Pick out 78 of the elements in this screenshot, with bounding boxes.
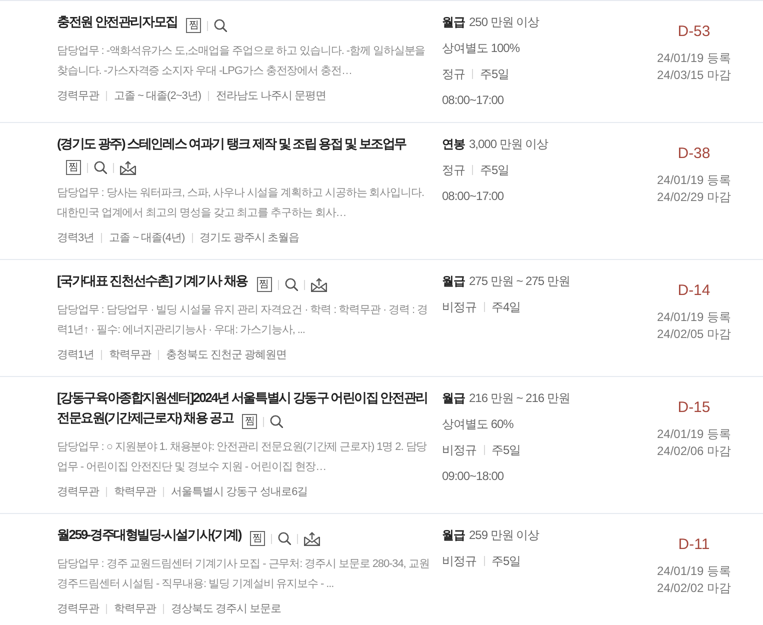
work-condition: 비정규	[442, 553, 476, 570]
pay-amount: 216 만원 ~ 216 만원	[469, 390, 570, 407]
pay-type-label: 연봉	[442, 136, 465, 153]
pay-type-label: 월급	[442, 390, 465, 407]
pay-amount: 250 만원 이상	[469, 14, 540, 31]
requirement-text: 경기도 광주시 초월읍	[200, 231, 300, 246]
d-day-label: D-53	[678, 23, 710, 40]
requirement-text: 학력무관	[114, 602, 156, 617]
registered-date: 24/01/19 등록	[656, 563, 732, 580]
job-description: 담당업무 : 담당업무 · 빌딩 시설물 유지 관리 자격요건 · 학력 : 학력무관 · 경력 : 경력1년↑ · 필수: 에너지관리기능사 · 우대: 가스기능사, ...	[57, 303, 428, 338]
job-description: 담당업무 : ○ 지원분야 1. 채용분야: 안전관리 전문요원(기간제 근로자) 1명 2. 담당업무 - 어린이집 안전진단 및 경보수 지원 - 어린이집 현장…	[57, 440, 428, 475]
d-day-label: D-14	[678, 282, 710, 299]
job-description: 담당업무 : 당사는 워터파크, 스파, 사우나 시설을 계획하고 시공하는 회사입니다. 대한민국 업계에서 최고의 명성을 갖고 최고를 추구하는 회사…	[57, 186, 425, 221]
requirement-text: 충청북도 진천군 광혜원면	[166, 348, 287, 363]
search-icon[interactable]	[278, 532, 292, 545]
search-icon[interactable]	[94, 161, 107, 174]
bonus-text: 상여별도 100%	[442, 40, 520, 57]
requirement-text: 고졸 ~ 대졸(4년)	[109, 231, 185, 246]
requirement-text: 고졸 ~ 대졸(2~3년)	[114, 89, 202, 104]
requirement-text: 경력무관	[57, 89, 99, 104]
requirement-text: 전라남도 나주시 문평면	[216, 89, 326, 104]
registered-date: 24/01/19 등록	[656, 309, 732, 326]
search-icon[interactable]	[284, 278, 298, 291]
scrap-button[interactable]: 찜	[256, 277, 272, 292]
work-condition: 정규	[442, 162, 465, 179]
requirement-text: 학력무관	[114, 485, 156, 500]
search-icon[interactable]	[270, 415, 284, 428]
requirement-text: 서울특별시 강동구 성내로6길	[171, 485, 308, 500]
job-title[interactable]: 월259-경주대형빌딩-시설기사(기계) 찜	[57, 525, 320, 546]
work-hours: 08:00~17:00	[442, 188, 504, 205]
deadline-date: 24/02/06 마감	[656, 443, 732, 460]
deadline-date: 24/02/29 마감	[656, 189, 732, 206]
d-day-label: D-11	[678, 536, 710, 553]
bonus-text: 상여별도 60%	[442, 416, 514, 433]
deadline-date: 24/03/15 마감	[656, 67, 732, 84]
work-hours: 09:00~18:00	[442, 468, 504, 485]
envelope-icon[interactable]	[120, 160, 136, 174]
work-condition: 정규	[442, 66, 465, 83]
scrap-button[interactable]: 찜	[186, 18, 202, 33]
pay-type-label: 월급	[442, 14, 465, 31]
scrap-button[interactable]: 찜	[250, 531, 266, 546]
pay-amount: 259 만원 이상	[469, 527, 540, 544]
job-title[interactable]: [국가대표 진천선수촌] 기계기사 채용 찜	[57, 271, 326, 292]
requirement-text: 경력무관	[57, 602, 99, 617]
work-condition: 주4일	[492, 299, 521, 316]
requirement-text: 학력무관	[109, 348, 152, 363]
envelope-icon[interactable]	[310, 278, 326, 292]
job-title[interactable]: 충전원 안전관리자모집 찜	[57, 12, 228, 33]
work-condition: 비정규	[442, 299, 476, 316]
work-hours: 08:00~17:00	[442, 92, 504, 109]
job-title[interactable]: [강동구육아종합지원센터]2024년 서울특별시 강동구 어린이집 안전관리 전문요원(기간제근로자) 채용 공고 찜	[57, 388, 432, 429]
deadline-date: 24/02/02 마감	[656, 580, 732, 597]
registered-date: 24/01/19 등록	[656, 172, 732, 189]
d-day-label: D-38	[678, 145, 710, 162]
registered-date: 24/01/19 등록	[656, 426, 732, 443]
work-condition: 주5일	[480, 162, 510, 179]
job-description: 담당업무 : 경주 교원드림센터 기계기사 모집 - 근무처: 경주시 보문로 280-34, 교원경주드림센터 시설팀 - 직무내용: 빌딩 기계설비 유지보수 - ...	[57, 557, 430, 592]
requirement-text: 경상북도 경주시 보문로	[171, 602, 282, 617]
work-condition: 주5일	[492, 553, 521, 570]
job-title[interactable]: (경기도 광주) 스테인레스 여과기 탱크 제작 및 조립 용접 및 보조업무 찜	[57, 134, 432, 175]
pay-amount: 275 만원 ~ 275 만원	[469, 273, 570, 290]
deadline-date: 24/02/05 마감	[656, 326, 732, 343]
scrap-button[interactable]: 찜	[242, 414, 258, 429]
requirement-text: 경력3년	[57, 231, 94, 246]
requirement-text: 경력무관	[57, 485, 99, 500]
job-description: 담당업무 : -액화석유가스 도,소매업을 주업으로 하고 있습니다. -함께 일하실분을 찾습니다. -가스자격증 소지자 우대 -LPG가스 충전장에서 충전…	[57, 44, 426, 79]
search-icon[interactable]	[214, 19, 228, 32]
work-condition: 비정규	[442, 442, 476, 459]
registered-date: 24/01/19 등록	[656, 50, 732, 67]
requirement-text: 경력1년	[57, 348, 94, 363]
pay-amount: 3,000 만원 이상	[469, 136, 548, 153]
work-condition: 주5일	[480, 66, 510, 83]
scrap-button[interactable]: 찜	[66, 160, 81, 175]
envelope-icon[interactable]	[304, 532, 320, 546]
pay-type-label: 월급	[442, 527, 465, 544]
work-condition: 주5일	[492, 442, 521, 459]
pay-type-label: 월급	[442, 273, 465, 290]
d-day-label: D-15	[678, 399, 710, 416]
